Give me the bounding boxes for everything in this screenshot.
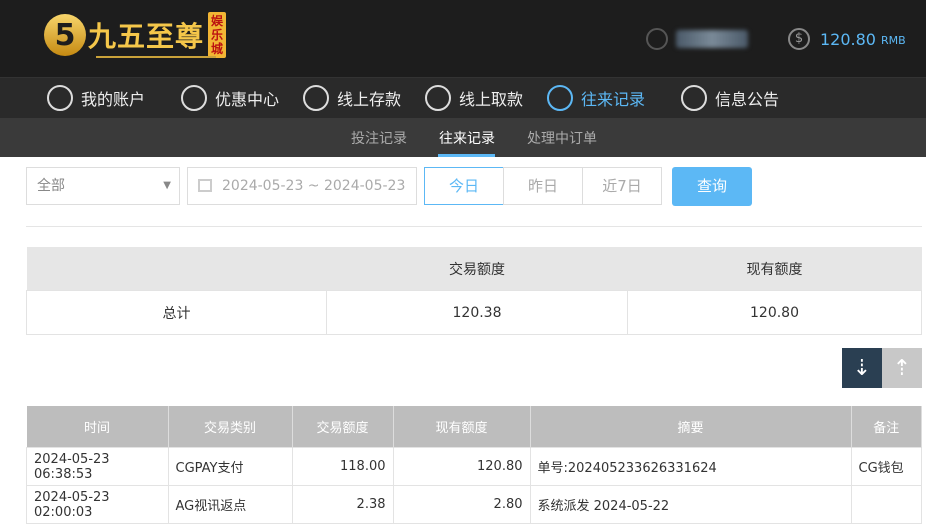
sort-asc-icon: ⇡ (892, 355, 912, 381)
sort-desc-button[interactable]: ⇣ (842, 348, 882, 388)
col-time: 时间 (26, 406, 169, 448)
nav-item-account[interactable]: 我的账户 (47, 85, 145, 111)
username-redacted (676, 30, 748, 48)
summary-header-blank (26, 247, 327, 291)
calendar-icon (198, 179, 212, 192)
logo-mark: 5 (44, 14, 86, 56)
tab-pending-orders[interactable]: 处理中订单 (527, 128, 597, 148)
balance-display: $ 120.80 RMB (788, 28, 906, 50)
cell-time: 2024-05-23 06:38:53 (26, 447, 169, 486)
nav-item-withdraw[interactable]: 线上取款 (425, 85, 523, 111)
quick-yesterday-button[interactable]: 昨日 (503, 167, 583, 205)
table-row: 2024-05-23 06:38:53 CGPAY支付 118.00 120.8… (26, 447, 922, 486)
nav-item-records[interactable]: 往来记录 (547, 85, 645, 111)
record-icon (547, 85, 573, 111)
logo-ornament (96, 56, 216, 58)
gift-icon (181, 85, 207, 111)
table-row: 2024-05-23 02:00:03 AG视讯返点 2.38 2.80 系统派… (26, 485, 922, 524)
cell-remark (850, 485, 922, 524)
top-header: 5 九五至尊 娱乐城 $ 120.80 RMB (0, 0, 926, 77)
brand-logo[interactable]: 5 九五至尊 娱乐城 (44, 12, 227, 58)
quick-7days-button[interactable]: 近7日 (582, 167, 662, 205)
cell-amount: 2.38 (291, 485, 394, 524)
summary-total-label: 总计 (26, 290, 327, 335)
nav-label: 优惠中心 (215, 90, 280, 109)
type-select[interactable]: 全部 ▼ (26, 167, 180, 205)
nav-label: 线上存款 (337, 90, 402, 109)
logo-text: 九五至尊 (88, 20, 205, 53)
col-balance: 现有额度 (393, 406, 531, 448)
user-avatar-icon (646, 28, 668, 50)
cell-balance: 2.80 (392, 485, 531, 524)
active-tab-indicator (438, 154, 495, 157)
col-type: 交易类别 (168, 406, 293, 448)
cell-type: AG视讯返点 (167, 485, 293, 524)
query-button[interactable]: 查询 (672, 167, 752, 206)
summary-total-balance: 120.80 (627, 290, 922, 335)
cell-amount: 118.00 (291, 447, 394, 486)
date-range-value: 2024-05-23 ~ 2024-05-23 (222, 178, 406, 194)
user-icon (47, 85, 73, 111)
summary-header-balance: 现有额度 (627, 247, 922, 291)
summary-row: 总计 120.38 120.80 (26, 290, 922, 335)
tab-transaction-records[interactable]: 往来记录 (439, 128, 495, 148)
nav-item-promotions[interactable]: 优惠中心 (181, 85, 279, 111)
col-remark: 备注 (851, 406, 922, 448)
summary-total-amount: 120.38 (326, 290, 628, 335)
col-amount: 交易额度 (292, 406, 394, 448)
sort-asc-button[interactable]: ⇡ (882, 348, 922, 388)
logo-tag: 娱乐城 (208, 12, 227, 58)
nav-label: 往来记录 (581, 90, 646, 109)
quick-today-button[interactable]: 今日 (424, 167, 504, 205)
cell-balance: 120.80 (392, 447, 531, 486)
dollar-icon: $ (788, 28, 810, 50)
bell-icon (681, 85, 707, 111)
summary-table: 交易额度 现有额度 总计 120.38 120.80 (26, 247, 922, 335)
main-nav: 我的账户 优惠中心 线上存款 线上取款 往来记录 信息公告 (0, 77, 926, 119)
date-range-input[interactable]: 2024-05-23 ~ 2024-05-23 (187, 167, 417, 205)
type-select-value: 全部 (37, 178, 65, 194)
balance-unit: RMB (880, 34, 906, 47)
nav-label: 信息公告 (715, 90, 780, 109)
sort-desc-icon: ⇣ (852, 355, 872, 381)
balance-amount: 120.80 (820, 29, 876, 49)
cell-time: 2024-05-23 02:00:03 (26, 485, 169, 524)
deposit-icon (303, 85, 329, 111)
user-info[interactable] (646, 28, 748, 50)
divider (26, 226, 922, 227)
tab-bet-records[interactable]: 投注记录 (351, 128, 407, 148)
summary-header-amount: 交易额度 (326, 247, 628, 291)
col-summary: 摘要 (530, 406, 852, 448)
cell-summary: 系统派发 2024-05-22 (529, 485, 852, 524)
sub-nav: 投注记录 往来记录 处理中订单 (0, 118, 926, 157)
nav-label: 线上取款 (459, 90, 524, 109)
nav-item-announcements[interactable]: 信息公告 (681, 85, 779, 111)
cell-type: CGPAY支付 (167, 447, 293, 486)
caret-down-icon: ▼ (163, 180, 171, 191)
transaction-table: 时间 交易类别 交易额度 现有额度 摘要 备注 2024-05-23 06:38… (26, 406, 922, 524)
cell-remark: CG钱包 (850, 447, 922, 486)
withdraw-icon (425, 85, 451, 111)
nav-label: 我的账户 (81, 90, 146, 109)
cell-summary: 单号:2024052336263316​24 (529, 447, 852, 486)
nav-item-deposit[interactable]: 线上存款 (303, 85, 401, 111)
